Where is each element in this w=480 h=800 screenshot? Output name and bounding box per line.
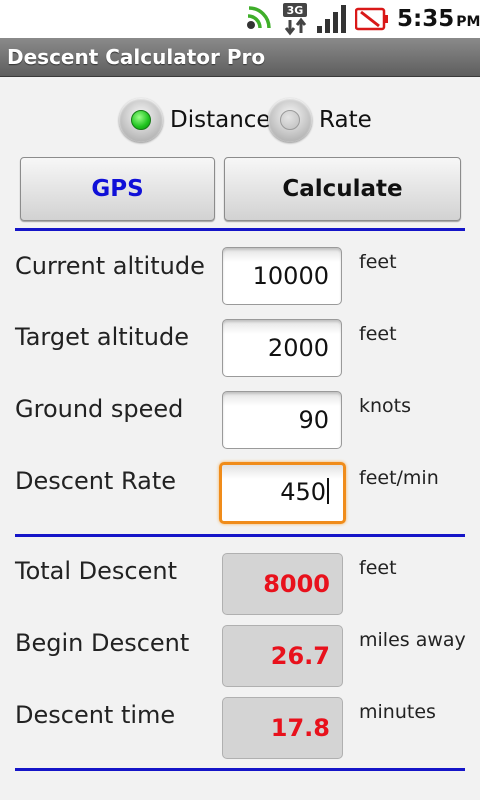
descent-rate-unit: feet/min [359,467,439,489]
wifi-signal-icon [247,6,271,29]
calculate-button[interactable]: Calculate [224,157,461,221]
3g-data-icon: 3G [283,3,307,36]
descent-rate-input[interactable]: 450 [219,462,346,524]
begin-descent-label: Begin Descent [15,629,190,657]
radio-selected-indicator [131,110,151,130]
target-altitude-unit: feet [359,323,397,345]
ground-speed-label: Ground speed [15,395,184,423]
radio-unselected-indicator [280,110,300,130]
total-descent-unit: feet [359,557,397,579]
text-cursor [327,478,329,504]
divider-middle [15,534,465,537]
descent-time-output: 17.8 [222,697,343,759]
clock-time: 5:35 [397,6,455,32]
divider-bottom [15,768,465,771]
target-altitude-value: 2000 [267,334,329,362]
target-altitude-label: Target altitude [15,323,189,351]
total-descent-output: 8000 [222,553,343,615]
begin-descent-value: 26.7 [270,642,330,670]
rate-radio-label[interactable]: Rate [319,107,372,133]
rate-radio[interactable] [268,98,312,142]
begin-descent-output: 26.7 [222,625,343,687]
descent-rate-label: Descent Rate [15,467,176,495]
ground-speed-input[interactable]: 90 [222,391,342,449]
total-descent-value: 8000 [263,570,330,598]
descent-rate-value: 450 [280,478,326,506]
ground-speed-value: 90 [298,406,329,434]
status-bar: 3G 5:35 PM [0,0,480,38]
battery-alert-icon [355,7,388,31]
descent-time-value: 17.8 [270,714,330,742]
current-altitude-unit: feet [359,251,397,273]
begin-descent-unit: miles away [359,629,466,651]
distance-radio-label[interactable]: Distance [170,107,271,133]
divider-top [15,228,465,231]
clock: 5:35 PM [397,6,480,32]
ground-speed-unit: knots [359,395,412,417]
distance-radio[interactable] [119,98,163,142]
gps-button[interactable]: GPS [20,157,215,221]
current-altitude-label: Current altitude [15,252,205,280]
descent-time-unit: minutes [359,701,436,723]
title-bar: Descent Calculator Pro [0,38,480,77]
network-type-label: 3G [287,4,304,17]
clock-ampm: PM [456,14,480,30]
descent-rate-value-wrap: 450 [280,478,329,506]
current-altitude-value: 10000 [252,262,329,290]
cell-signal-icon [317,5,346,33]
app-title: Descent Calculator Pro [7,45,266,69]
current-altitude-input[interactable]: 10000 [222,247,342,305]
total-descent-label: Total Descent [15,557,178,585]
target-altitude-input[interactable]: 2000 [222,319,342,377]
descent-time-label: Descent time [15,701,176,729]
